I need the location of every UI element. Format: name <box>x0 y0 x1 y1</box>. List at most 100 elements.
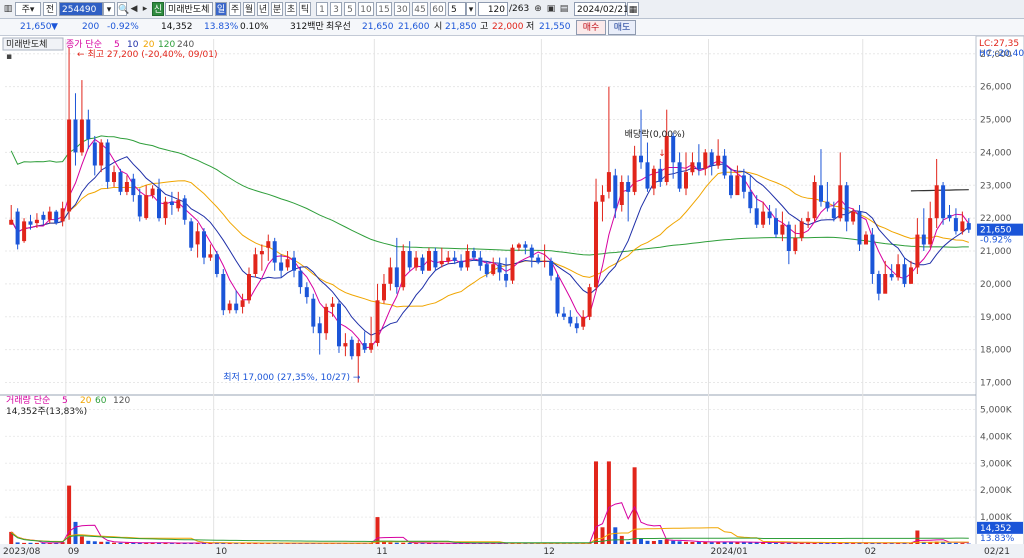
volume-bar <box>79 536 84 544</box>
candle <box>118 172 123 192</box>
candle <box>9 219 14 225</box>
volume-bar <box>741 542 746 544</box>
candle <box>864 234 868 245</box>
candle <box>112 172 116 182</box>
period-second-button[interactable]: 초 <box>285 2 297 16</box>
price-change-pct: -0.92% <box>107 22 139 32</box>
candle <box>516 244 521 248</box>
volume-bar <box>34 542 39 544</box>
volume-bar <box>947 542 952 544</box>
volume-note: 14,352주(13,83%) <box>6 406 87 417</box>
period-tick-button[interactable]: 틱 <box>299 2 311 16</box>
interval-input[interactable]: 5 <box>448 2 466 16</box>
candle <box>581 316 586 327</box>
candle <box>67 119 72 212</box>
save-icon[interactable]: ▤ <box>558 2 570 16</box>
zoom-icon[interactable]: ⊕ <box>532 2 544 16</box>
minute-30-button[interactable]: 30 <box>394 2 410 16</box>
volume-bar <box>626 541 631 544</box>
period-month-button[interactable]: 월 <box>243 2 255 16</box>
candle <box>388 267 393 284</box>
candle <box>632 155 637 192</box>
candle <box>780 224 785 235</box>
minute-15-button[interactable]: 15 <box>376 2 392 16</box>
candle <box>889 274 894 278</box>
candle <box>883 274 888 294</box>
low-annotation: 최저 17,000 (27,35%, 10/27) → <box>223 372 361 383</box>
candle <box>761 211 766 225</box>
candle <box>947 214 952 219</box>
current-volume-label: 14,352 <box>980 524 1012 534</box>
period-minute-button[interactable]: 분 <box>271 2 283 16</box>
hc-label: HC:-20,40 <box>979 49 1024 59</box>
open-value: 21,850 <box>445 22 477 32</box>
candle <box>587 287 592 317</box>
high-value: 22,000 <box>492 22 524 32</box>
candle <box>317 323 322 334</box>
candle <box>137 195 142 217</box>
candle <box>716 155 721 166</box>
candle <box>626 182 631 192</box>
candle <box>240 300 245 307</box>
stock-name-field: 미래반도체 <box>165 2 213 16</box>
volume-bar <box>86 540 91 544</box>
candle <box>934 185 939 219</box>
volume-bar <box>690 542 695 544</box>
candle <box>793 237 798 251</box>
y-tick-label: 24,000 <box>980 148 1012 158</box>
buy-button[interactable]: 매수 <box>576 20 606 35</box>
candle <box>491 264 496 275</box>
candle <box>722 155 727 176</box>
jeon-button[interactable]: 전 <box>43 2 57 16</box>
candle <box>915 234 920 268</box>
sell-button[interactable]: 매도 <box>608 20 636 35</box>
period-day-button[interactable]: 일 <box>215 2 227 16</box>
volume-bar <box>645 540 650 544</box>
period-week-button[interactable]: 주 <box>229 2 241 16</box>
candle <box>221 274 226 311</box>
candle <box>28 221 33 225</box>
period-year-button[interactable]: 년 <box>257 2 269 16</box>
volume-bar <box>401 542 406 544</box>
candle <box>292 257 296 271</box>
minute-5-button[interactable]: 5 <box>344 2 356 16</box>
minute-10-button[interactable]: 10 <box>358 2 374 16</box>
code-input[interactable]: 254490 <box>59 2 103 16</box>
date-axis-label: 12 <box>543 547 554 557</box>
arrow-right-icon[interactable]: ▸ <box>139 2 151 16</box>
candle <box>619 182 624 205</box>
current-pct-label: -0.92% <box>980 236 1012 246</box>
lock-icon[interactable]: ▣ <box>545 2 557 16</box>
best-ask-sell: 21,650 <box>362 22 394 32</box>
volume-tick-label: 2,000K <box>980 486 1013 496</box>
candle <box>446 257 451 261</box>
date-input[interactable]: 2024/02/21 <box>574 2 629 16</box>
volume-bar <box>73 521 78 544</box>
date-axis-label: 10 <box>216 547 228 557</box>
count-input[interactable]: 120 <box>478 2 508 16</box>
volume-bar <box>375 517 380 544</box>
minute-3-button[interactable]: 3 <box>330 2 342 16</box>
code-dropdown[interactable]: ▾ <box>103 2 115 16</box>
legend-ma20: 20 <box>143 40 155 50</box>
candle <box>298 270 303 288</box>
candle <box>613 175 618 209</box>
volume-tick-label: 3,000K <box>980 459 1013 469</box>
price-chart[interactable]: 27,00026,00025,00024,00023,00022,00021,0… <box>0 36 1024 558</box>
candle <box>266 241 271 248</box>
volume-bar <box>105 541 110 544</box>
candle <box>439 260 444 265</box>
candle <box>375 300 380 343</box>
candle <box>658 168 663 182</box>
minute-45-button[interactable]: 45 <box>412 2 428 16</box>
legend-vol-ma20: 20 <box>80 396 92 406</box>
minute-60-button[interactable]: 60 <box>430 2 446 16</box>
candle <box>684 172 688 189</box>
search-icon[interactable]: 🔍 <box>117 2 129 16</box>
chart-type-icon[interactable]: ▥ <box>2 2 14 16</box>
interval-dropdown[interactable]: ▾ <box>466 2 476 16</box>
candle <box>234 303 239 311</box>
minute-1-button[interactable]: 1 <box>316 2 328 16</box>
mode-select[interactable]: 주▾ <box>15 2 41 16</box>
calendar-icon[interactable]: ▦ <box>627 2 639 16</box>
